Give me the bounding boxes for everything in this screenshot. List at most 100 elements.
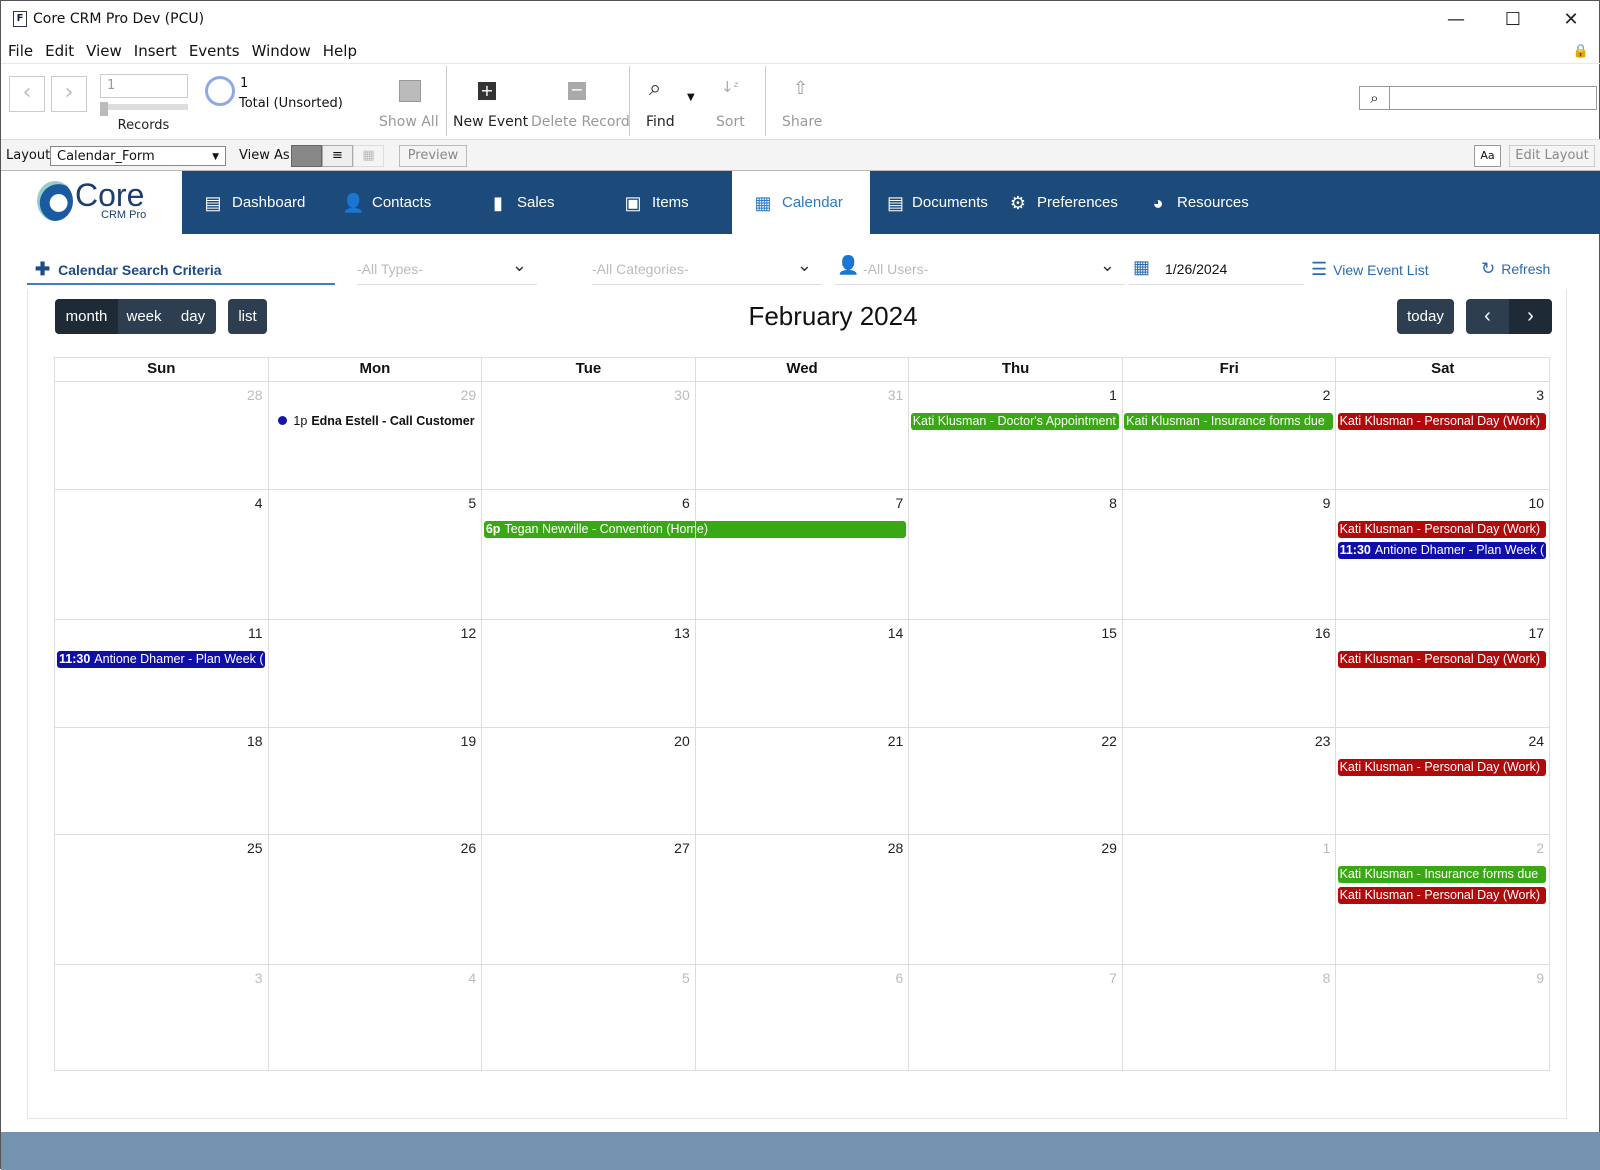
maximize-button[interactable]: ☐ xyxy=(1493,7,1533,33)
calendar-event[interactable]: 1p Edna Estell - Call Customer xyxy=(270,413,478,430)
categories-select[interactable]: -All Categories- ⌄ xyxy=(592,253,822,285)
day-number[interactable]: 5 xyxy=(682,970,690,986)
day-cell[interactable]: 19 xyxy=(267,728,482,834)
text-format-button[interactable]: Aa xyxy=(1474,145,1501,167)
day-cell[interactable]: 2 xyxy=(1121,382,1336,489)
day-cell[interactable]: 20 xyxy=(481,728,695,834)
day-number[interactable]: 3 xyxy=(255,970,263,986)
edit-layout-button[interactable]: Edit Layout xyxy=(1509,145,1595,167)
search-icon[interactable]: ⌕ xyxy=(1360,87,1390,109)
day-cell[interactable]: 29 xyxy=(267,382,482,489)
next-month-button[interactable]: › xyxy=(1509,299,1552,334)
day-number[interactable]: 9 xyxy=(1536,970,1544,986)
sort-button[interactable]: Sort xyxy=(716,114,745,130)
day-cell[interactable]: 18 xyxy=(55,728,268,834)
day-number[interactable]: 6 xyxy=(896,970,904,986)
prev-month-button[interactable]: ‹ xyxy=(1466,299,1509,334)
users-select[interactable]: 👤 -All Users- ⌄ xyxy=(835,253,1125,285)
layout-select[interactable]: Calendar_Form ▼ xyxy=(50,146,226,166)
day-cell[interactable]: 27 xyxy=(481,835,695,964)
day-number[interactable]: 30 xyxy=(674,387,690,403)
day-number[interactable]: 20 xyxy=(674,733,690,749)
day-cell[interactable]: 17 xyxy=(1335,620,1549,727)
calendar-event[interactable]: Kati Klusman - Personal Day (Work) xyxy=(1337,521,1546,538)
day-cell[interactable]: 23 xyxy=(1121,728,1336,834)
day-number[interactable]: 6 xyxy=(682,495,690,511)
calendar-event[interactable]: Kati Klusman - Personal Day (Work) xyxy=(1337,759,1546,776)
day-cell[interactable]: 6 xyxy=(481,490,695,619)
nav-preferences[interactable]: ⚙ Preferences xyxy=(987,171,1127,234)
day-number[interactable]: 7 xyxy=(896,495,904,511)
day-number[interactable]: 2 xyxy=(1323,387,1331,403)
day-number[interactable]: 28 xyxy=(247,387,263,403)
nav-documents[interactable]: ▤ Documents xyxy=(867,171,988,234)
day-number[interactable]: 18 xyxy=(247,733,263,749)
day-cell[interactable]: 15 xyxy=(908,620,1122,727)
day-cell[interactable]: 9 xyxy=(1335,965,1549,1071)
day-number[interactable]: 9 xyxy=(1323,495,1331,511)
date-input[interactable]: ▦ 1/26/2024 xyxy=(1129,253,1304,285)
nav-items[interactable]: ▣ Items xyxy=(602,171,732,234)
day-number[interactable]: 29 xyxy=(461,387,477,403)
day-cell[interactable]: 25 xyxy=(55,835,268,964)
day-number[interactable]: 25 xyxy=(247,840,263,856)
day-cell[interactable]: 4 xyxy=(55,490,268,619)
day-cell[interactable]: 21 xyxy=(694,728,909,834)
day-cell[interactable]: 29 xyxy=(908,835,1122,964)
calendar-event[interactable]: Kati Klusman - Personal Day (Work) xyxy=(1337,651,1546,668)
day-number[interactable]: 19 xyxy=(461,733,477,749)
day-number[interactable]: 3 xyxy=(1536,387,1544,403)
calendar-event[interactable]: Kati Klusman - Personal Day (Work) xyxy=(1337,887,1546,904)
share-button[interactable]: Share xyxy=(782,114,822,130)
day-number[interactable]: 28 xyxy=(888,840,904,856)
day-cell[interactable]: 3 xyxy=(55,965,268,1071)
day-cell[interactable]: 12 xyxy=(267,620,482,727)
calendar-event[interactable]: Kati Klusman - Insurance forms due xyxy=(1124,413,1333,430)
list-view-button[interactable]: ≡ xyxy=(322,145,353,167)
delete-record-button[interactable]: Delete Record xyxy=(531,114,630,130)
close-button[interactable]: ✕ xyxy=(1551,7,1591,33)
nav-sales[interactable]: ▮ Sales xyxy=(467,171,602,234)
calendar-event[interactable]: Kati Klusman - Personal Day (Work) xyxy=(1337,413,1546,430)
day-number[interactable]: 5 xyxy=(468,495,476,511)
menu-insert[interactable]: Insert xyxy=(127,39,182,60)
quick-find-input[interactable]: ⌕ xyxy=(1359,86,1597,110)
day-number[interactable]: 4 xyxy=(468,970,476,986)
day-number[interactable]: 12 xyxy=(461,625,477,641)
show-all-button[interactable]: Show All xyxy=(379,114,439,130)
day-cell[interactable]: 28 xyxy=(55,382,268,489)
day-number[interactable]: 11 xyxy=(248,625,263,641)
day-cell[interactable]: 4 xyxy=(267,965,482,1071)
day-number[interactable]: 21 xyxy=(888,733,904,749)
search-criteria-toggle[interactable]: ✚ Calendar Search Criteria xyxy=(27,253,335,285)
day-cell[interactable]: 24 xyxy=(1335,728,1549,834)
day-cell[interactable]: 28 xyxy=(694,835,909,964)
day-cell[interactable]: 1 xyxy=(1121,835,1336,964)
day-number[interactable]: 27 xyxy=(674,840,690,856)
previous-record-button[interactable]: ‹ xyxy=(9,76,45,112)
day-number[interactable]: 8 xyxy=(1323,970,1331,986)
day-number[interactable]: 26 xyxy=(461,840,477,856)
menu-view[interactable]: View xyxy=(79,39,127,60)
day-cell[interactable]: 16 xyxy=(1121,620,1336,727)
day-number[interactable]: 23 xyxy=(1315,733,1331,749)
day-cell[interactable]: 9 xyxy=(1121,490,1336,619)
form-view-button[interactable] xyxy=(291,145,322,167)
day-number[interactable]: 8 xyxy=(1109,495,1117,511)
day-cell[interactable]: 1 xyxy=(908,382,1122,489)
types-select[interactable]: -All Types- ⌄ xyxy=(357,253,537,285)
record-number-input[interactable]: 1 xyxy=(100,74,188,98)
calendar-event[interactable]: Kati Klusman - Doctor's Appointment xyxy=(910,413,1120,430)
day-cell[interactable]: 30 xyxy=(481,382,695,489)
menu-edit[interactable]: Edit xyxy=(38,39,79,60)
day-number[interactable]: 31 xyxy=(888,387,904,403)
day-cell[interactable]: 22 xyxy=(908,728,1122,834)
menu-window[interactable]: Window xyxy=(245,39,316,60)
find-button[interactable]: Find xyxy=(646,114,675,130)
day-number[interactable]: 17 xyxy=(1528,625,1544,641)
day-cell[interactable]: 8 xyxy=(1121,965,1336,1071)
find-dropdown-icon[interactable]: ▼ xyxy=(687,92,695,103)
day-cell[interactable]: 14 xyxy=(694,620,909,727)
nav-contacts[interactable]: 👤 Contacts xyxy=(322,171,467,234)
view-event-list-button[interactable]: ☰ View Event List xyxy=(1311,259,1429,280)
